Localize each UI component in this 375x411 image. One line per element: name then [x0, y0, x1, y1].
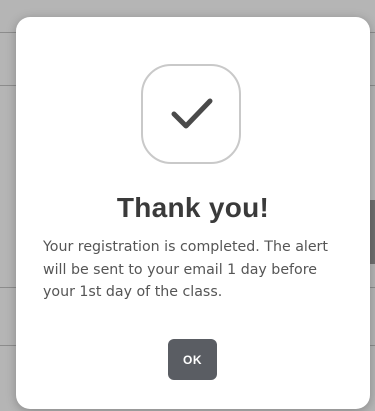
ok-button[interactable]: OK	[168, 339, 217, 380]
registration-success-dialog: Thank you! Your registration is complete…	[16, 17, 370, 409]
success-badge	[141, 64, 241, 164]
checkmark-icon	[171, 98, 213, 129]
dialog-title: Thank you!	[116, 192, 270, 223]
dialog-message: Your registration is completed. The aler…	[43, 239, 328, 300]
